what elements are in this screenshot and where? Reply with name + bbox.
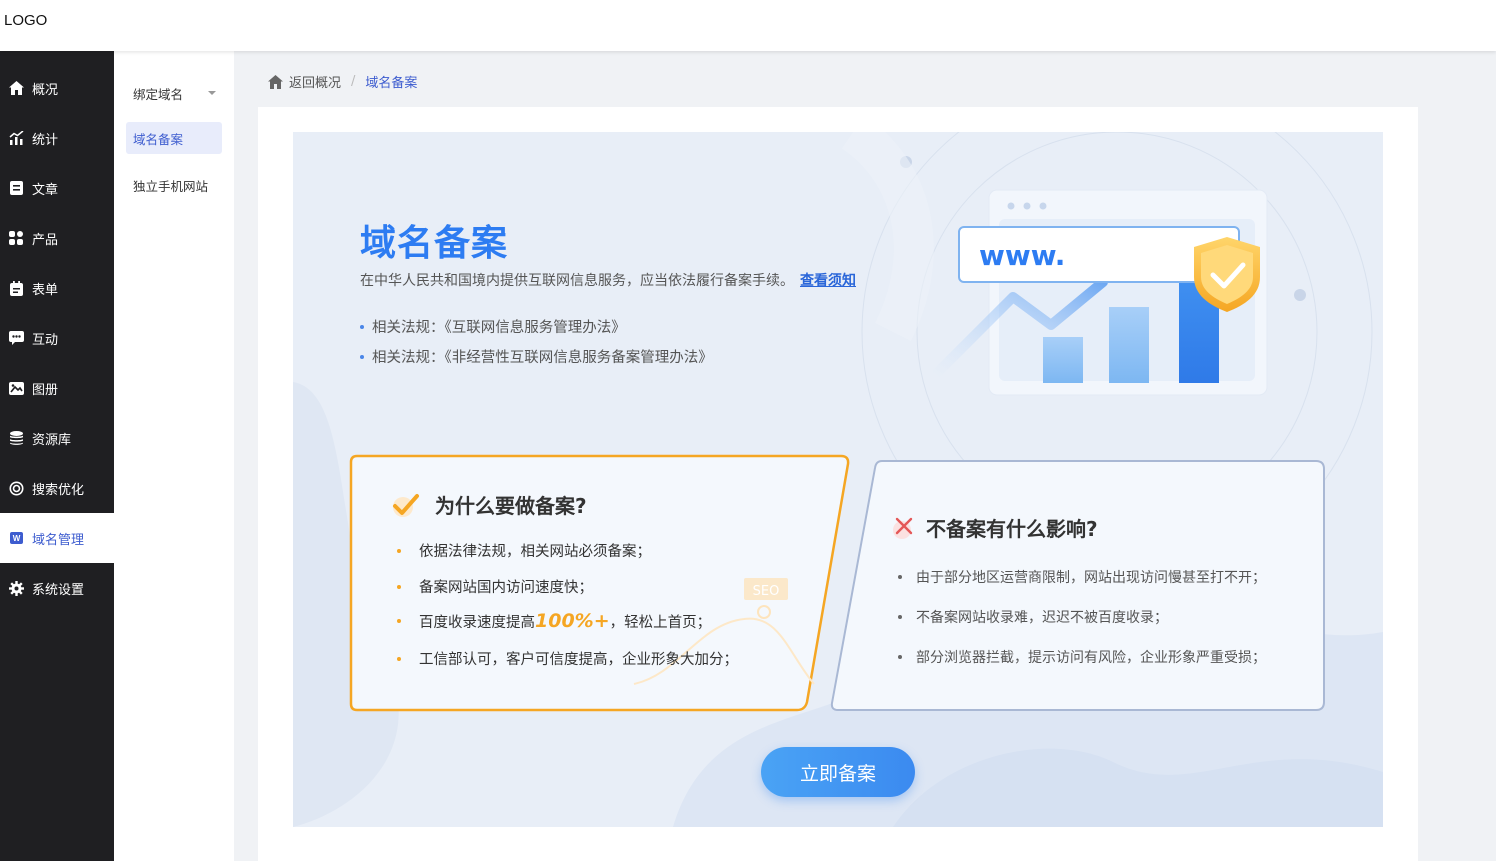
description-text: 在中华人民共和国境内提供互联网信息服务，应当依法履行备案手续。 <box>360 273 794 289</box>
website-illustration: www. <box>933 189 1268 396</box>
breadcrumb-separator: / <box>351 74 356 89</box>
law-item: 相关法规：《非经营性互联网信息服务备案管理办法》 <box>360 346 713 367</box>
submenu-item-mobile-site[interactable]: 独立手机网站 <box>126 169 222 201</box>
gear-icon <box>8 580 24 596</box>
bullet-dot <box>397 584 401 589</box>
law-text: 相关法规：《互联网信息服务管理办法》 <box>372 320 626 336</box>
logo[interactable]: LOGO <box>4 12 47 29</box>
home-icon <box>8 80 24 96</box>
view-notice-link[interactable]: 查看须知 <box>800 273 856 289</box>
sidebar-item-label: 表单 <box>32 282 59 298</box>
main-sidebar: 概况 统计 文章 产品 表单 互动 图册 资源库 搜索优化 W 域名管理 系统设… <box>0 51 114 861</box>
no-card-title: 不备案有什么影响? <box>892 513 1098 542</box>
chart-icon <box>8 130 24 146</box>
seo-tag: SEO <box>753 584 780 599</box>
law-text: 相关法规：《非经营性互联网信息服务备案管理办法》 <box>372 350 713 366</box>
breadcrumb-current: 域名备案 <box>365 76 418 91</box>
sidebar-item-domain[interactable]: W 域名管理 <box>0 513 114 563</box>
list-item: 依据法律法规，相关网站必须备案； <box>397 540 651 561</box>
banner-description: 在中华人民共和国境内提供互联网信息服务，应当依法履行备案手续。 查看须知 <box>360 270 856 290</box>
list-item: 工信部认可，客户可信度提高，企业形象大加分； <box>397 648 738 669</box>
list-item-text: ，轻松上首页； <box>609 614 712 631</box>
www-text: www. <box>979 239 1065 272</box>
sidebar-item-products[interactable]: 产品 <box>0 213 114 263</box>
article-icon <box>8 180 24 196</box>
sidebar-item-stats[interactable]: 统计 <box>0 113 114 163</box>
form-icon <box>8 280 24 296</box>
bullet-dot <box>898 615 902 619</box>
bullet-dot <box>360 324 364 329</box>
why-card-title-text: 为什么要做备案? <box>435 494 587 518</box>
bullet-dot <box>397 548 401 553</box>
law-item: 相关法规：《互联网信息服务管理办法》 <box>360 316 626 337</box>
submenu-item-label: 绑定域名 <box>133 86 184 102</box>
list-item-text: 部分浏览器拦截，提示访问有风险，企业形象严重受损； <box>916 650 1266 666</box>
sidebar-item-label: 域名管理 <box>32 532 85 548</box>
sidebar-item-overview[interactable]: 概况 <box>0 63 114 113</box>
no-card-title-text: 不备案有什么影响? <box>926 517 1098 541</box>
list-item: 部分浏览器拦截，提示访问有风险，企业形象严重受损； <box>898 647 1266 667</box>
home-icon[interactable] <box>268 74 283 89</box>
svg-text:W: W <box>12 534 20 543</box>
highlight-percent: 100%+ <box>535 610 610 632</box>
sidebar-item-interaction[interactable]: 互动 <box>0 313 114 363</box>
database-icon <box>8 430 24 446</box>
list-item-text: 由于部分地区运营商限制，网站出现访问慢甚至打不开； <box>916 570 1266 586</box>
breadcrumb: 返回概况 / 域名备案 <box>268 72 417 91</box>
domain-icon: W <box>8 530 24 546</box>
sidebar-item-label: 统计 <box>32 132 59 148</box>
bullet-dot <box>898 655 902 659</box>
seo-icon <box>8 480 24 496</box>
check-icon <box>391 492 421 518</box>
sidebar-item-resources[interactable]: 资源库 <box>0 413 114 463</box>
submenu-item-label: 域名备案 <box>133 131 184 147</box>
list-item: 由于部分地区运营商限制，网站出现访问慢甚至打不开； <box>898 567 1266 587</box>
bullet-dot <box>898 575 902 579</box>
secondary-menu: 绑定域名 域名备案 独立手机网站 <box>114 51 234 861</box>
list-item: 百度收录速度提高 100%+ ，轻松上首页； <box>397 610 711 632</box>
chevron-down-icon <box>208 91 216 95</box>
sidebar-item-label: 互动 <box>32 332 59 348</box>
sidebar-item-label: 搜索优化 <box>32 482 85 498</box>
no-icp-card: 不备案有什么影响? 由于部分地区运营商限制，网站出现访问慢甚至打不开； 不备案网… <box>830 459 1326 712</box>
sidebar-item-label: 文章 <box>32 182 59 198</box>
sidebar-item-label: 产品 <box>32 232 59 248</box>
sidebar-item-album[interactable]: 图册 <box>0 363 114 413</box>
close-icon <box>892 516 916 540</box>
sidebar-item-seo[interactable]: 搜索优化 <box>0 463 114 513</box>
sidebar-item-label: 资源库 <box>32 432 72 448</box>
list-item-text: 工信部认可，客户可信度提高，企业形象大加分； <box>419 652 738 668</box>
list-item-text: 备案网站国内访问速度快； <box>419 580 593 596</box>
list-item-text: 百度收录速度提高 <box>419 614 535 631</box>
why-card-title: 为什么要做备案? <box>391 490 587 519</box>
list-item: 备案网站国内访问速度快； <box>397 576 593 597</box>
submenu-item-bind-domain[interactable]: 绑定域名 <box>126 77 222 109</box>
list-item-text: 依据法律法规，相关网站必须备案； <box>419 544 651 560</box>
apply-icp-button[interactable]: 立即备案 <box>761 747 915 797</box>
sidebar-item-label: 系统设置 <box>32 582 85 598</box>
grid-icon <box>8 230 24 246</box>
submenu-item-label: 独立手机网站 <box>133 178 209 194</box>
list-item: 不备案网站收录难，迟迟不被百度收录； <box>898 607 1168 627</box>
sidebar-item-articles[interactable]: 文章 <box>0 163 114 213</box>
bullet-dot <box>397 619 401 623</box>
top-header: LOGO <box>0 0 1496 51</box>
sidebar-item-settings[interactable]: 系统设置 <box>0 563 114 613</box>
breadcrumb-back-link[interactable]: 返回概况 <box>289 72 341 91</box>
bullet-dot <box>360 354 364 359</box>
sidebar-item-forms[interactable]: 表单 <box>0 263 114 313</box>
album-icon <box>8 380 24 396</box>
chat-icon <box>8 330 24 346</box>
bullet-dot <box>397 656 401 661</box>
why-icp-card: SEO 为什么要做备案? 依据法律法规，相关网站必须备案； 备案网站国内访问速度… <box>349 454 851 712</box>
submenu-item-domain-icp[interactable]: 域名备案 <box>126 122 222 154</box>
sidebar-item-label: 概况 <box>32 82 59 98</box>
page-title: 域名备案 <box>360 223 509 264</box>
list-item-text: 不备案网站收录难，迟迟不被百度收录； <box>916 610 1168 626</box>
sidebar-item-label: 图册 <box>32 382 59 398</box>
